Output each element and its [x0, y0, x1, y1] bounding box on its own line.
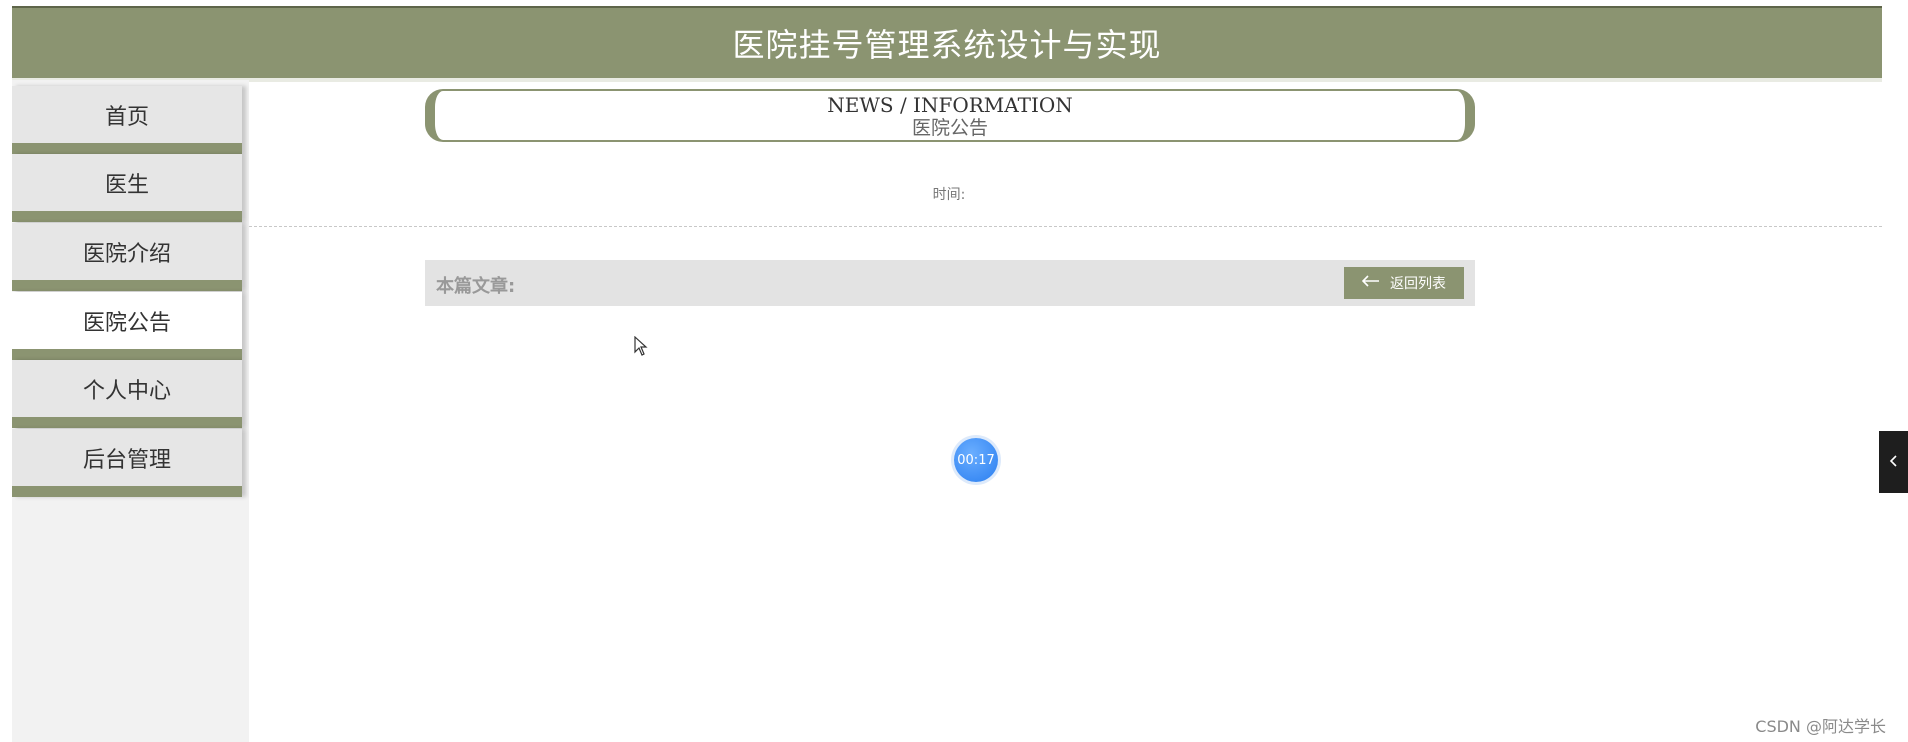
article-nav-bar: 本篇文章: 返回列表	[425, 260, 1475, 306]
mouse-cursor-icon	[634, 335, 648, 360]
divider	[249, 226, 1882, 227]
sidebar-item-home[interactable]: 首页	[12, 86, 242, 154]
section-title-box: NEWS / INFORMATION 医院公告	[425, 89, 1475, 142]
section-title-cn: 医院公告	[911, 117, 988, 139]
watermark: CSDN @阿达学长	[1755, 717, 1886, 736]
back-to-list-button[interactable]: 返回列表	[1344, 267, 1464, 299]
sidebar-item-doctors[interactable]: 医生	[12, 154, 242, 222]
section-title-en: NEWS / INFORMATION	[827, 93, 1073, 117]
site-title: 医院挂号管理系统设计与实现	[732, 26, 1162, 64]
article-label: 本篇文章:	[436, 276, 516, 297]
arrow-left-icon	[1361, 275, 1380, 291]
sidebar: 首页 医生 医院介绍 医院公告 个人中心 后台管理	[12, 80, 249, 742]
sidebar-item-personal-center[interactable]: 个人中心	[12, 360, 242, 428]
side-panel-toggle[interactable]	[1879, 431, 1908, 493]
page: 医院挂号管理系统设计与实现 首页 医生 医院介绍 医院公告 个人中心 后台管理 …	[0, 0, 1908, 742]
back-to-list-label: 返回列表	[1390, 276, 1446, 292]
article-time: 时间:	[932, 187, 966, 203]
recording-timer: 00:17	[954, 438, 998, 482]
sidebar-item-admin[interactable]: 后台管理	[12, 429, 242, 497]
header-bar: 医院挂号管理系统设计与实现	[12, 6, 1882, 78]
right-edge	[1882, 0, 1908, 742]
sidebar-item-hospital-intro[interactable]: 医院介绍	[12, 223, 242, 291]
main-content: NEWS / INFORMATION 医院公告 时间: 本篇文章: 返回列表	[249, 80, 1882, 742]
chevron-left-icon	[1889, 453, 1899, 472]
sidebar-item-hospital-notice[interactable]: 医院公告	[12, 292, 242, 360]
